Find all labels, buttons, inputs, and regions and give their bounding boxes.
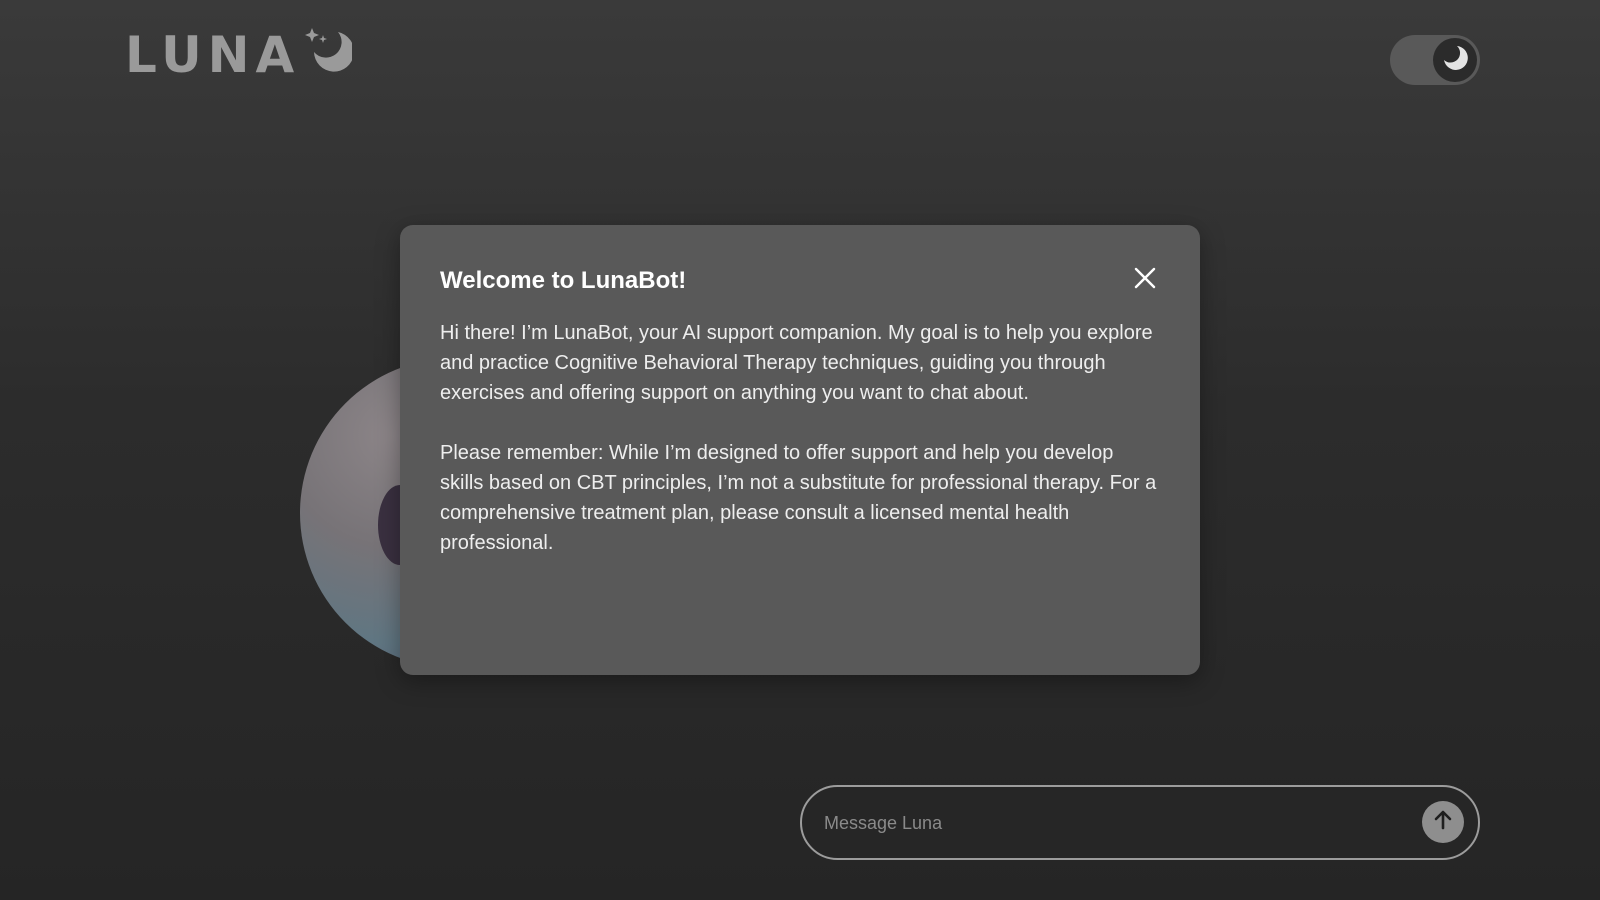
send-button[interactable] bbox=[1422, 801, 1464, 843]
message-bar bbox=[800, 785, 1480, 860]
logo-text: LUNA bbox=[125, 26, 301, 84]
theme-toggle[interactable] bbox=[1390, 35, 1480, 85]
arrow-up-icon bbox=[1431, 808, 1455, 837]
modal-title: Welcome to LunaBot! bbox=[440, 267, 687, 294]
modal-paragraph-disclaimer: Please remember: While I’m designed to o… bbox=[440, 441, 1157, 554]
moon-icon bbox=[1440, 43, 1470, 78]
toggle-knob bbox=[1433, 38, 1477, 82]
close-button[interactable] bbox=[1132, 267, 1158, 293]
modal-paragraph-intro: Hi there! I’m LunaBot, your AI support c… bbox=[440, 321, 1153, 404]
message-input[interactable] bbox=[822, 787, 1386, 860]
close-icon bbox=[1134, 267, 1156, 294]
welcome-modal: Welcome to LunaBot! Hi there! I’m LunaBo… bbox=[400, 225, 1200, 675]
modal-body: Hi there! I’m LunaBot, your AI support c… bbox=[440, 318, 1160, 558]
crescent-moon-stars-icon bbox=[304, 26, 355, 79]
luna-logo: LUNA bbox=[125, 26, 355, 84]
